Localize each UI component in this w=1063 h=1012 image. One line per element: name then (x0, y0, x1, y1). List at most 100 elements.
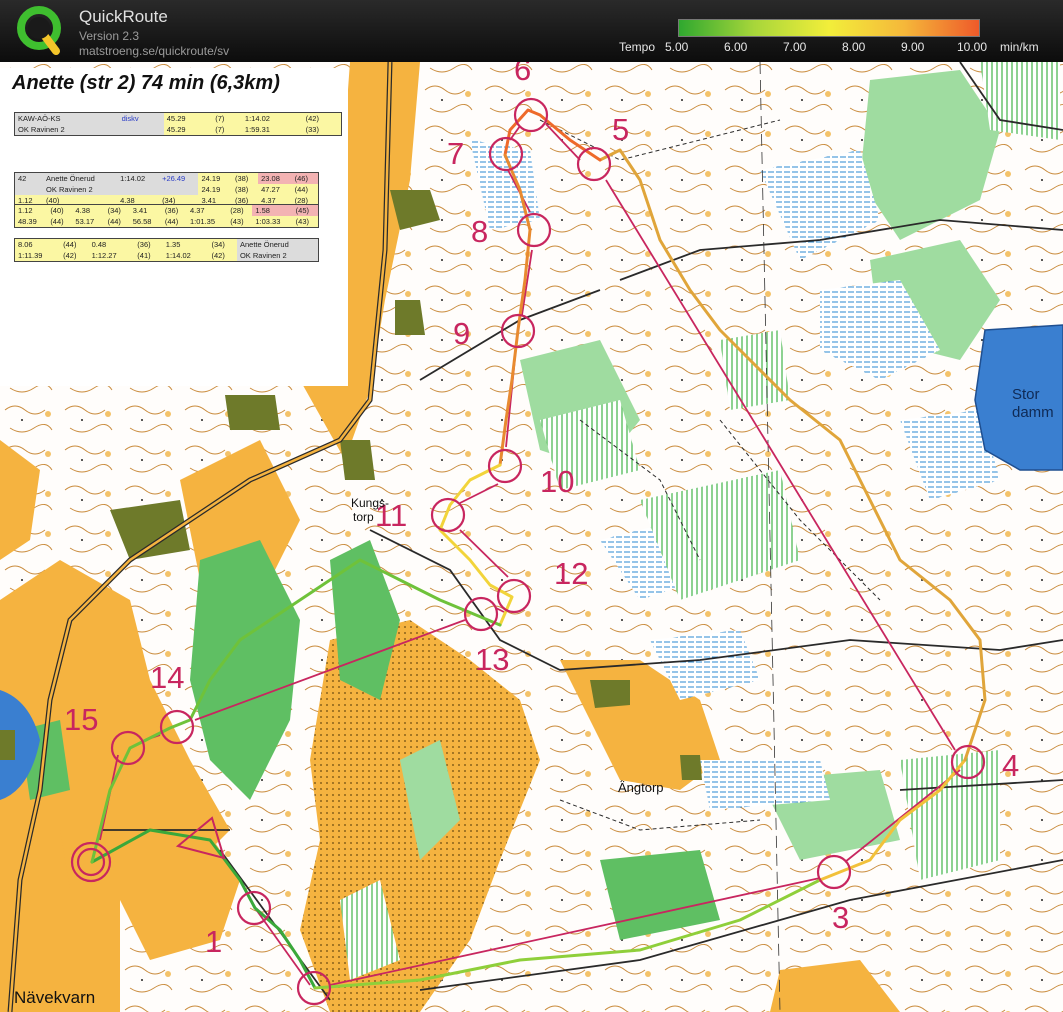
table-cell: (44) (161, 216, 187, 228)
table-cell: (42) (302, 112, 342, 124)
leg2-cum: 47.27 (258, 184, 292, 195)
table-cell: (43) (227, 216, 253, 228)
table-row: 8.06 (44) 0.48 (36) 1.35 (34) Anette Öne… (14, 238, 319, 250)
tempo-tick-8: 8.00 (842, 40, 866, 54)
table-cell: (42) (208, 250, 237, 262)
control-number-8: 8 (471, 214, 489, 249)
table-cell: (45) (292, 204, 319, 216)
app-name: QuickRoute (79, 7, 168, 26)
table-cell: OK Ravinen 2 (236, 250, 319, 262)
control-number-10: 10 (540, 464, 575, 499)
table-row: OK Ravinen 2 45.29 (7) 1:59.31 (33) (14, 124, 342, 136)
control-number-5: 5 (612, 112, 630, 147)
leg1-cum: 24.19 (198, 184, 232, 195)
table-cell: (44) (47, 216, 73, 228)
control-number-3: 3 (832, 900, 850, 935)
quickroute-logo-icon (17, 6, 61, 55)
leg2-split-rank: (46) (291, 172, 319, 184)
table-cell: (7) (212, 124, 242, 136)
leg1-cum-rank: (38) (231, 184, 259, 195)
table-cell: (33) (302, 124, 342, 136)
table-cell: 4.37 (186, 204, 228, 216)
table-row: 42 Anette Önerud 1:14.02 +26.49 24.19 (3… (14, 172, 319, 184)
place-name-kungstorp-line2: torp (353, 510, 374, 524)
table-cell: 8.06 (14, 238, 61, 250)
runner-name: Anette Önerud (43, 172, 118, 184)
table-cell: 1:59.31 (241, 124, 303, 136)
table-cell: 4.38 (72, 204, 105, 216)
table-cell: 1:01.35 (186, 216, 228, 228)
table-cell: (36) (161, 204, 187, 216)
table-cell: 3.41 (129, 204, 162, 216)
control-number-15: 15 (64, 702, 99, 737)
table-cell: 1:12.27 (88, 250, 135, 262)
leg2-cum-rank: (44) (291, 184, 319, 195)
table-cell: 1.35 (162, 238, 209, 250)
tempo-color-scale (678, 19, 980, 37)
tempo-label: Tempo (619, 40, 656, 54)
table-row: 48.39 (44) 53.17 (44) 56.58 (44) 1:01.35… (14, 216, 319, 228)
table-cell: 45.29 (163, 124, 213, 136)
runner-splits-table: 42 Anette Önerud 1:14.02 +26.49 24.19 (3… (14, 172, 319, 207)
table-cell: 53.17 (72, 216, 105, 228)
leg1-split: 24.19 (198, 172, 232, 184)
leg1-split-rank: (38) (231, 172, 259, 184)
place-name-navekvarn: Nävekvarn (14, 988, 96, 1007)
table-cell: 45.29 (163, 112, 213, 124)
place-name-angtorp: Ängtorp (618, 780, 664, 795)
table-cell[interactable]: diskv (118, 112, 164, 124)
table-cell: 1:14.02 (241, 112, 303, 124)
app-url[interactable]: matstroeng.se/quickroute/sv (79, 44, 229, 58)
table-cell: 56.58 (129, 216, 162, 228)
panel-title: Anette (str 2) 74 min (6,3km) (12, 72, 280, 94)
runner-place: 42 (14, 172, 44, 184)
table-cell: 1.58 (252, 204, 293, 216)
splits-table-2: 8.06 (44) 0.48 (36) 1.35 (34) Anette Öne… (14, 238, 319, 262)
table-cell: 48.39 (14, 216, 48, 228)
table-cell: (28) (227, 204, 253, 216)
place-name-stor: Stor (1012, 386, 1040, 403)
table-cell: (41) (134, 250, 163, 262)
table-cell: 0.48 (88, 238, 135, 250)
control-number-6: 6 (514, 62, 532, 87)
result-table: KAW-AÖ-KS diskv 45.29 (7) 1:14.02 (42) O… (14, 112, 342, 136)
table-cell: (44) (60, 238, 89, 250)
control-number-13: 13 (475, 642, 510, 677)
table-cell: (42) (60, 250, 89, 262)
control-number-9: 9 (453, 316, 471, 351)
tempo-unit: min/km (1000, 40, 1039, 54)
table-row: KAW-AÖ-KS diskv 45.29 (7) 1:14.02 (42) (14, 112, 342, 124)
table-cell: Anette Önerud (236, 238, 319, 250)
table-cell: 1:03.33 (252, 216, 293, 228)
runner-club: OK Ravinen 2 (43, 184, 118, 195)
tempo-tick-5: 5.00 (665, 40, 689, 54)
app-header: QuickRoute Version 2.3 matstroeng.se/qui… (0, 0, 1063, 62)
control-number-12: 12 (554, 556, 589, 591)
table-row: 1:11.39 (42) 1:12.27 (41) 1:14.02 (42) O… (14, 250, 319, 262)
table-cell: KAW-AÖ-KS (14, 112, 119, 124)
control-number-4: 4 (1002, 748, 1020, 783)
tempo-tick-6: 6.00 (724, 40, 748, 54)
table-cell (118, 124, 164, 136)
control-number-14: 14 (150, 660, 185, 695)
runner-diff: +26.49 (159, 172, 199, 184)
table-cell: 1.12 (14, 204, 48, 216)
table-cell: 1:14.02 (162, 250, 209, 262)
place-name-kungstorp-line1: Kungs- (351, 496, 390, 510)
tempo-tick-7: 7.00 (783, 40, 807, 54)
leg2-split: 23.08 (258, 172, 292, 184)
table-row: OK Ravinen 2 24.19 (38) 47.27 (44) (14, 184, 319, 195)
table-cell: OK Ravinen 2 (14, 124, 119, 136)
control-number-7: 7 (447, 136, 465, 171)
tempo-tick-9: 9.00 (901, 40, 925, 54)
table-cell: (44) (104, 216, 130, 228)
table-cell: (36) (134, 238, 163, 250)
results-panel: Anette (str 2) 74 min (6,3km) KAW-AÖ-KS … (0, 68, 348, 386)
table-cell: (34) (104, 204, 130, 216)
table-cell: 1:11.39 (14, 250, 61, 262)
splits-table-1: 1.12 (40) 4.38 (34) 3.41 (36) 4.37 (28) … (14, 204, 319, 228)
table-cell: (43) (292, 216, 319, 228)
control-number-1: 1 (205, 924, 223, 959)
place-name-damm: damm (1012, 404, 1054, 421)
app-version: Version 2.3 (79, 29, 140, 43)
